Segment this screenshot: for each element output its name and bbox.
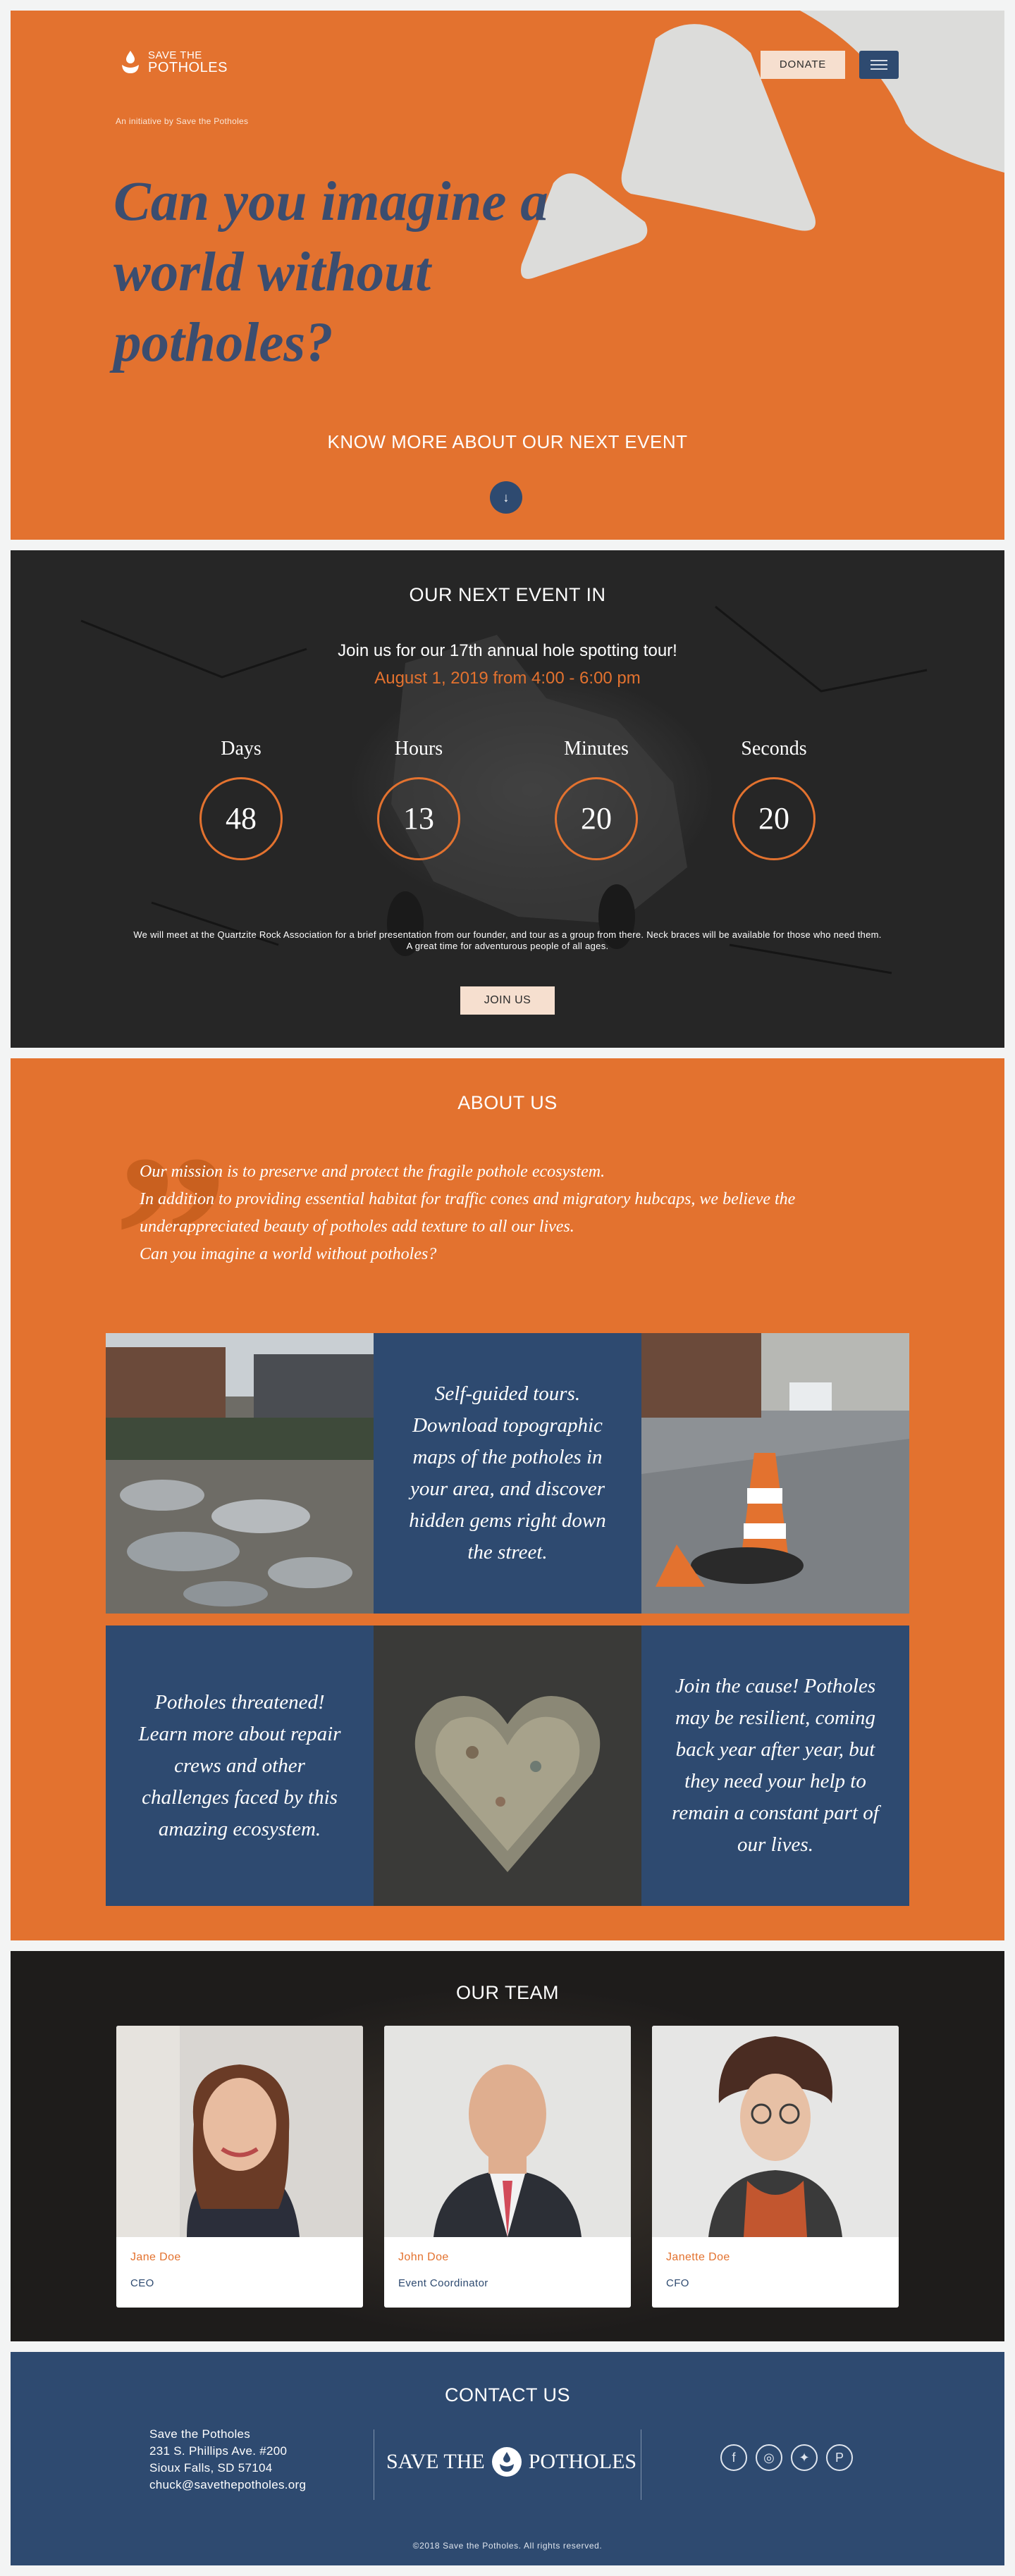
join-us-button[interactable]: JOIN US [460, 986, 555, 1015]
copyright: ©2018 Save the Potholes. All rights rese… [412, 2541, 603, 2551]
tile-join-the-cause[interactable]: Join the cause! Potholes may be resilien… [641, 1626, 909, 1906]
logo-drop-icon [491, 2447, 522, 2477]
mission-line-1: Our mission is to preserve and protect t… [140, 1163, 605, 1181]
logo[interactable]: SAVE THE POTHOLES [120, 49, 228, 75]
donate-button[interactable]: DONATE [761, 51, 845, 79]
arrow-down-icon[interactable]: ↓ [490, 481, 522, 514]
logo-line-1: SAVE THE [148, 49, 202, 61]
event-section: OUR NEXT EVENT IN Join us for our 17th a… [11, 550, 1004, 1048]
traffic-cone-photo [641, 1333, 909, 1614]
team-member-role: Event Coordinator [398, 2277, 488, 2289]
tile-threatened-text: Potholes threatened! Learn more about re… [138, 1690, 341, 1840]
event-intro: Join us for our 17th annual hole spottin… [338, 641, 677, 660]
puddle-street-photo [106, 1333, 374, 1614]
team-member-name: Jane Doe [130, 2251, 181, 2263]
know-more-link[interactable]: KNOW MORE ABOUT OUR NEXT EVENT [11, 431, 1004, 453]
contact-email[interactable]: chuck@savethepotholes.org [149, 2477, 306, 2494]
countdown-days: Days 48 [156, 738, 326, 860]
countdown-value: 20 [555, 777, 638, 860]
contact-city: Sioux Falls, SD 57104 [149, 2461, 273, 2475]
tile-potholes-threatened[interactable]: Potholes threatened! Learn more about re… [106, 1626, 374, 1906]
hero-section: SAVE THE POTHOLES DONATE An initiative b… [11, 11, 1004, 540]
team-member-role: CFO [666, 2277, 689, 2289]
facebook-icon[interactable]: f [720, 2444, 747, 2471]
contact-org: Save the Potholes [149, 2427, 251, 2441]
logo-drop-icon [120, 49, 141, 75]
avatar [384, 2026, 631, 2237]
contact-street: 231 S. Phillips Ave. #200 [149, 2444, 288, 2458]
countdown-label: Seconds [741, 738, 807, 760]
countdown-value: 48 [199, 777, 283, 860]
footer-logo-right: POTHOLES [528, 2450, 637, 2473]
tile-cause-text: Join the cause! Potholes may be resilien… [672, 1675, 879, 1856]
event-date: August 1, 2019 from 4:00 - 6:00 pm [374, 669, 641, 688]
countdown-value: 13 [377, 777, 460, 860]
countdown-label: Days [221, 738, 262, 760]
countdown-label: Hours [394, 738, 443, 760]
event-description: We will meet at the Quartzite Rock Assoc… [109, 929, 906, 952]
pinterest-icon[interactable]: P [826, 2444, 853, 2471]
countdown-hours: Hours 13 [334, 738, 503, 860]
team-member-name: Janette Doe [666, 2251, 730, 2263]
event-title: OUR NEXT EVENT IN [409, 584, 606, 605]
hero-headline: Can you imagine a world without potholes… [113, 171, 548, 373]
contact-title: CONTACT US [444, 2384, 570, 2405]
tile-self-guided-tours[interactable]: Self-guided tours. Download topographic … [374, 1333, 641, 1614]
footer-logo[interactable]: SAVE THE POTHOLES [386, 2447, 636, 2477]
countdown-value: 20 [732, 777, 816, 860]
team-title: OUR TEAM [455, 1982, 559, 2003]
about-section: ABOUT US ” Our mission is to preserve an… [11, 1058, 1004, 1940]
mission-statement: Our mission is to preserve and protect t… [140, 1158, 915, 1268]
contact-address: Save the Potholes 231 S. Phillips Ave. #… [149, 2426, 306, 2494]
countdown-minutes: Minutes 20 [512, 738, 681, 860]
team-card[interactable]: John Doe Event Coordinator [384, 2026, 631, 2308]
initiative-text: An initiative by Save the Potholes [116, 116, 249, 126]
countdown-seconds: Seconds 20 [689, 738, 859, 860]
contact-section: CONTACT US Save the Potholes 231 S. Phil… [11, 2352, 1004, 2565]
logo-line-2: POTHOLES [148, 59, 228, 75]
event-description-2: A great time for adventurous people of a… [406, 941, 609, 951]
tile-tours-text: Self-guided tours. Download topographic … [409, 1382, 606, 1563]
team-member-name: John Doe [398, 2251, 449, 2263]
countdown-label: Minutes [564, 738, 629, 760]
instagram-icon[interactable]: ◎ [756, 2444, 782, 2471]
twitter-icon[interactable]: ✦ [791, 2444, 818, 2471]
team-card[interactable]: Jane Doe CEO [116, 2026, 363, 2308]
mission-line-2: In addition to providing essential habit… [140, 1190, 796, 1236]
social-links: f ◎ ✦ P [720, 2444, 853, 2471]
team-section: OUR TEAM Jane Doe CEO John Doe Event Coo… [11, 1951, 1004, 2341]
heart-pothole-photo [374, 1626, 641, 1906]
event-description-1: We will meet at the Quartzite Rock Assoc… [133, 929, 882, 940]
team-member-role: CEO [130, 2277, 154, 2289]
team-card[interactable]: Janette Doe CFO [652, 2026, 899, 2308]
mission-line-3: Can you imagine a world without potholes… [140, 1245, 437, 1263]
avatar [652, 2026, 899, 2237]
footer-logo-left: SAVE THE [386, 2450, 485, 2473]
hamburger-menu-icon[interactable] [859, 51, 899, 79]
avatar [116, 2026, 363, 2237]
